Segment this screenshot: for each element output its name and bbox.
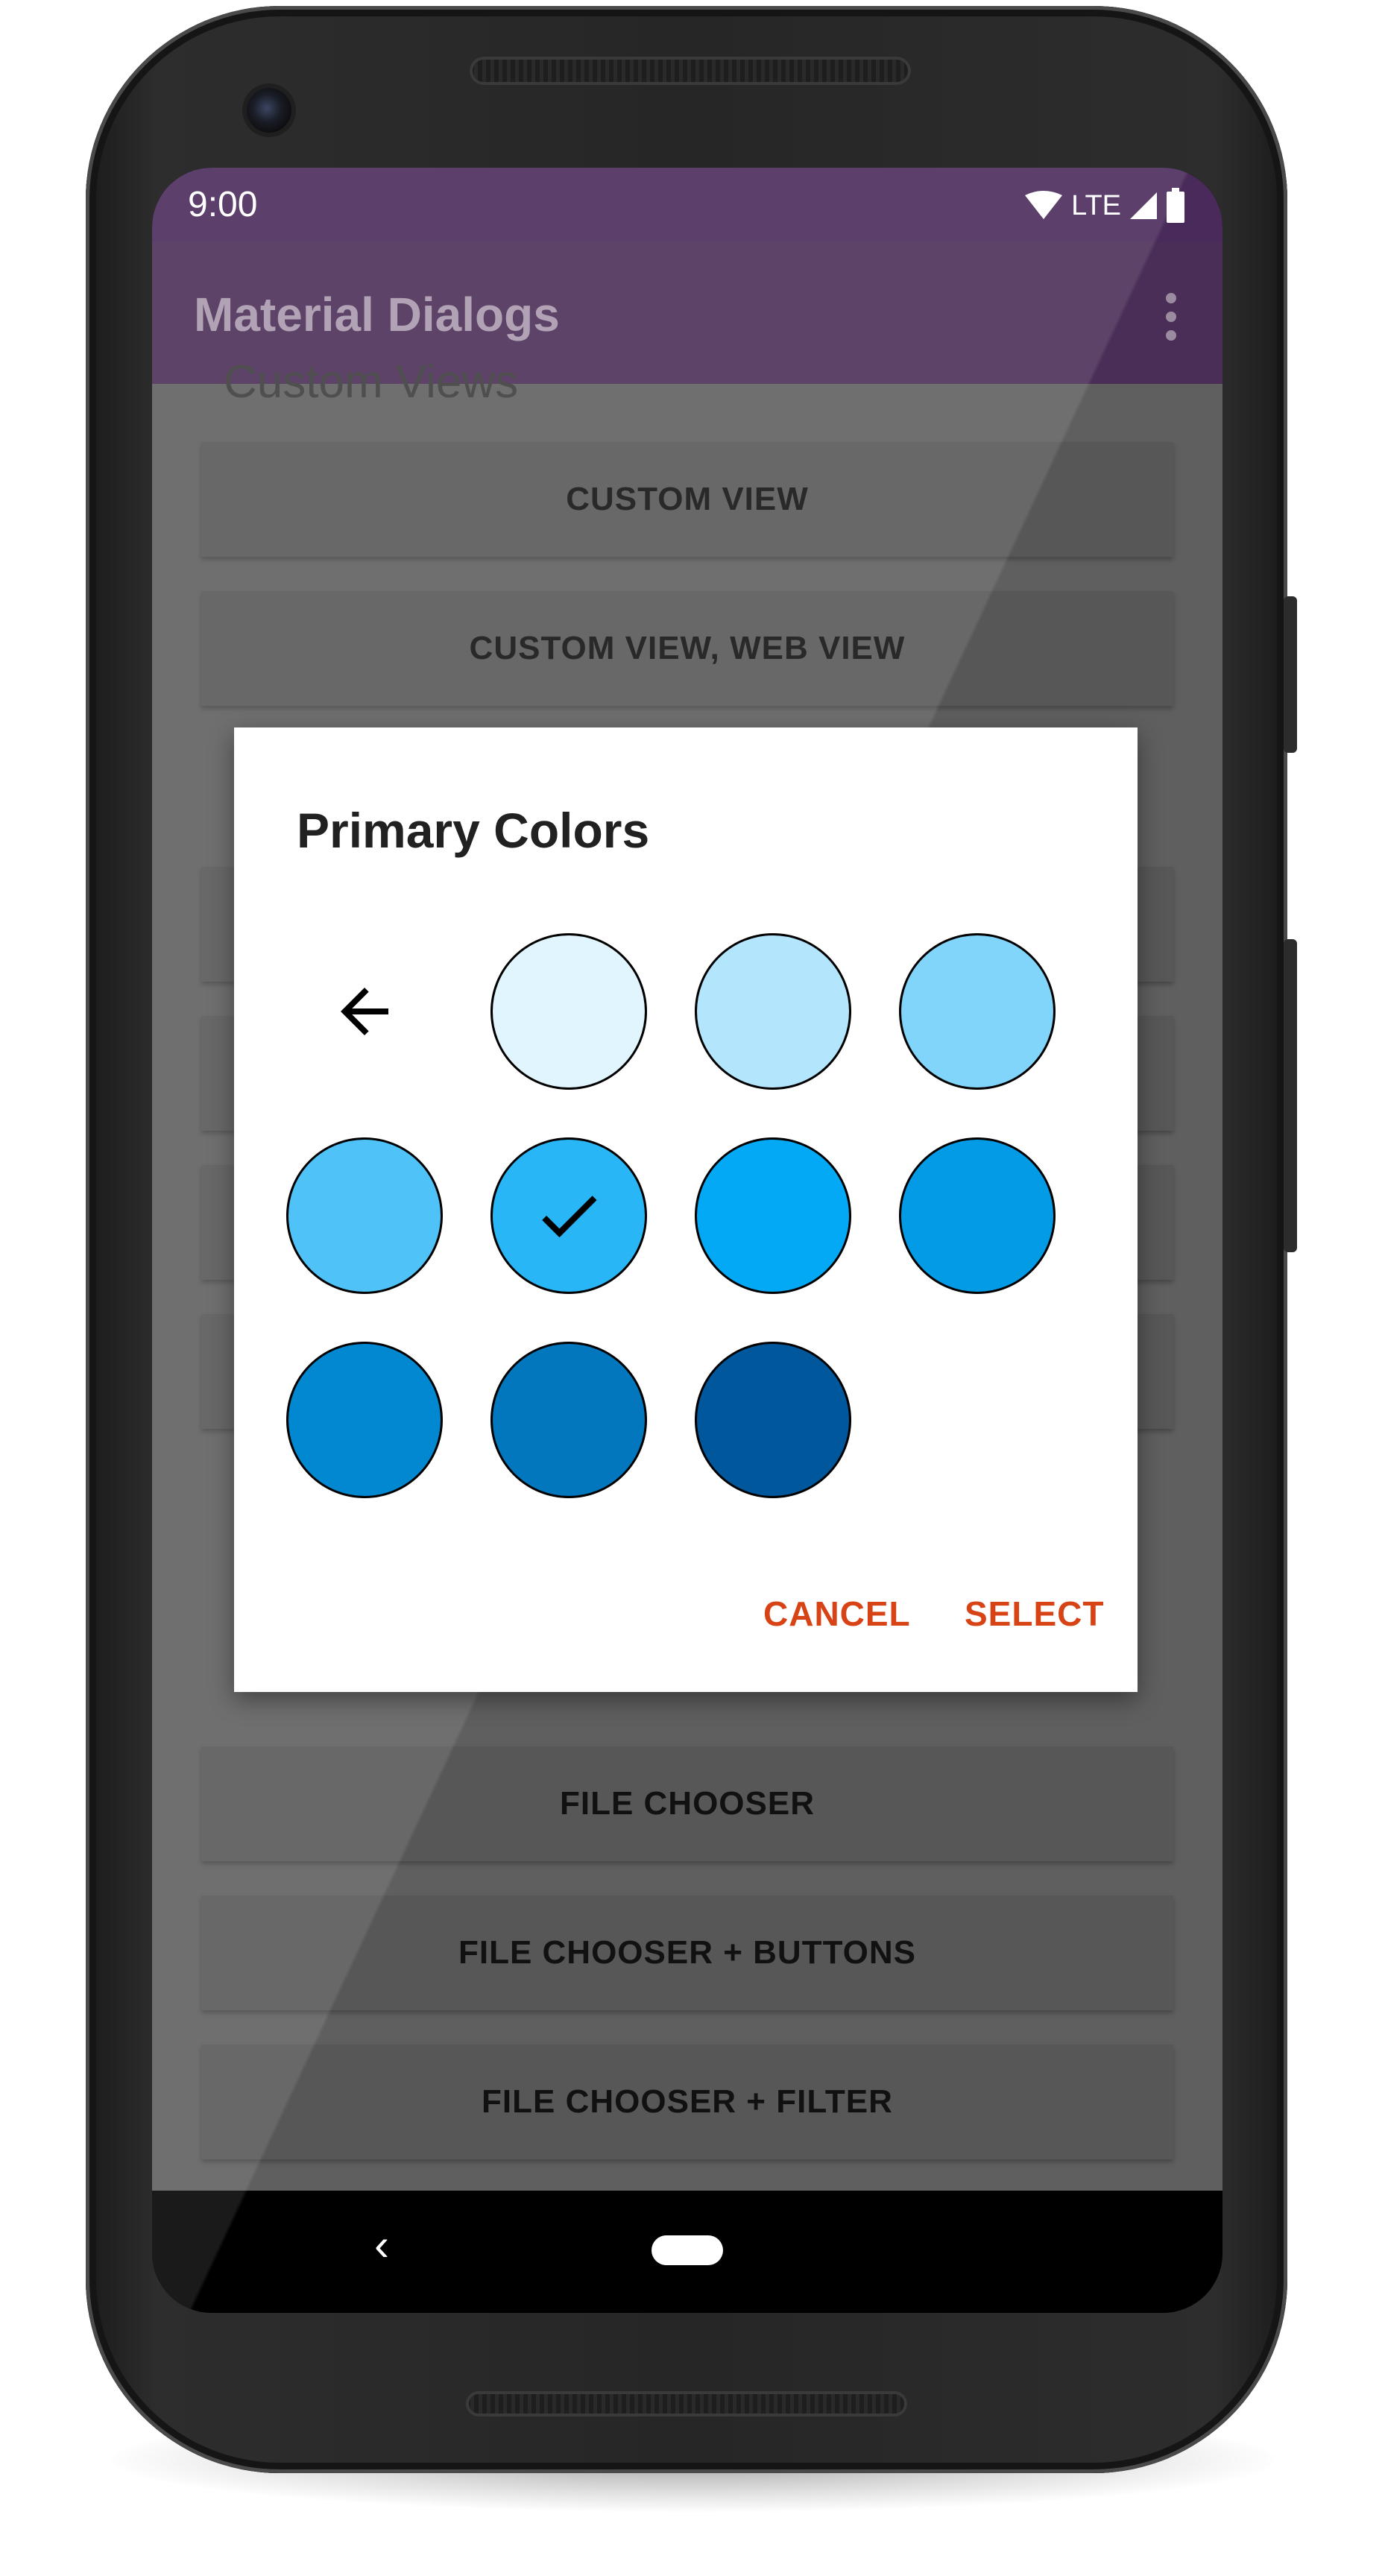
color-swatch[interactable]	[899, 1137, 1056, 1294]
color-swatch[interactable]	[695, 1342, 851, 1498]
status-icons: LTE	[1023, 186, 1185, 226]
check-icon	[542, 1196, 597, 1238]
network-type: LTE	[1071, 189, 1121, 221]
app-title: Material Dialogs	[194, 288, 560, 341]
arrow-left-icon[interactable]	[286, 933, 443, 1090]
nav-home-button[interactable]	[652, 2235, 723, 2265]
signal-icon	[1130, 192, 1157, 219]
section-header: Custom Views	[224, 356, 519, 408]
more-vert-icon[interactable]	[1166, 293, 1178, 341]
custom-view-web-view-button[interactable]: CUSTOM VIEW, WEB VIEW	[201, 591, 1173, 706]
custom-view-button[interactable]: CUSTOM VIEW	[201, 442, 1173, 557]
front-camera	[247, 88, 291, 133]
color-swatch[interactable]	[490, 1342, 647, 1498]
color-swatch[interactable]	[286, 1342, 443, 1498]
color-chooser-dialog: Primary Colors CANCEL SELECT	[234, 727, 1138, 1692]
color-swatch[interactable]	[695, 1137, 851, 1294]
bottom-speaker	[466, 2391, 907, 2416]
power-button	[1284, 939, 1297, 1252]
file-chooser-button[interactable]: FILE CHOOSER	[201, 1746, 1173, 1861]
select-button[interactable]: SELECT	[965, 1594, 1104, 1634]
volume-button	[1284, 596, 1297, 753]
wifi-icon	[1025, 191, 1063, 219]
color-swatch[interactable]	[490, 1137, 647, 1294]
color-swatch[interactable]	[490, 933, 647, 1090]
file-chooser-buttons-button[interactable]: FILE CHOOSER + BUTTONS	[201, 1895, 1173, 2010]
top-speaker	[470, 57, 911, 85]
color-swatch[interactable]	[286, 1137, 443, 1294]
cancel-button[interactable]: CANCEL	[763, 1594, 911, 1634]
file-chooser-filter-button[interactable]: FILE CHOOSER + FILTER	[201, 2045, 1173, 2159]
status-time: 9:00	[188, 185, 258, 224]
nav-back-icon[interactable]: ‹	[374, 2219, 389, 2270]
dialog-title: Primary Colors	[297, 803, 650, 858]
color-swatch[interactable]	[695, 933, 851, 1090]
battery-icon	[1167, 188, 1184, 223]
color-swatch[interactable]	[899, 933, 1056, 1090]
